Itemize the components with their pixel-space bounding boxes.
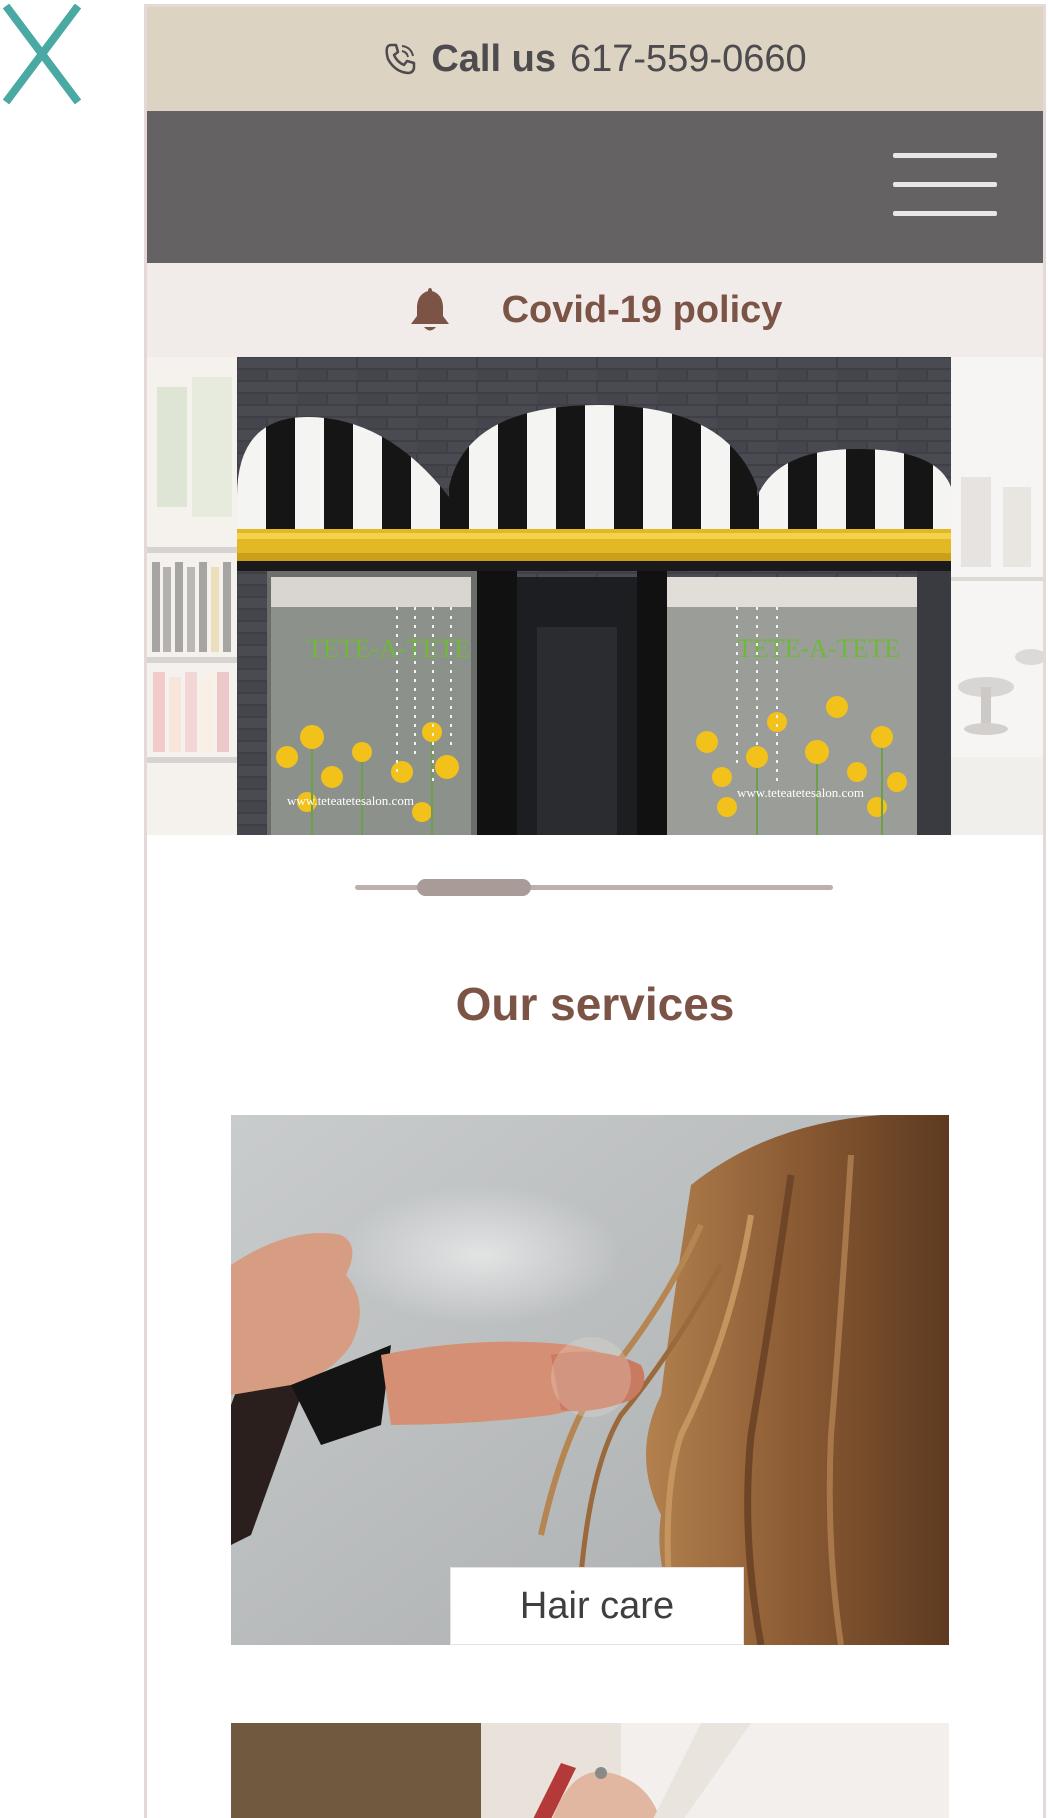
call-us-label: Call us <box>431 37 556 80</box>
storefront-url-left: www.teteatetesalon.com <box>287 793 414 808</box>
previous-slide-image[interactable] <box>147 357 237 835</box>
hamburger-menu-icon[interactable] <box>893 153 997 219</box>
call-us-bar[interactable]: Call us 617-559-0660 <box>147 7 1043 111</box>
hero-carousel[interactable]: TETE-A-TETE TETE-A-TETE www.teteatetesal… <box>147 357 1043 835</box>
hair-care-image <box>231 1115 949 1645</box>
service-card-label: Hair care <box>450 1567 744 1645</box>
phone-number-link[interactable]: 617-559-0660 <box>570 38 807 81</box>
service-card-hair-care[interactable]: Hair care <box>231 1115 949 1645</box>
storefront-slide-image[interactable]: TETE-A-TETE TETE-A-TETE www.teteatetesal… <box>237 357 951 835</box>
next-slide-image[interactable] <box>951 357 1043 835</box>
bell-icon <box>410 288 449 331</box>
phone-icon <box>385 43 416 75</box>
navigation-bar <box>147 111 1043 263</box>
covid-policy-label: Covid-19 policy <box>501 288 783 331</box>
service-card-next[interactable] <box>231 1723 949 1818</box>
next-service-image <box>231 1723 949 1818</box>
storefront-url-right: www.teteatetesalon.com <box>737 785 864 800</box>
covid-policy-link[interactable]: Covid-19 policy <box>147 263 1043 357</box>
close-icon[interactable] <box>0 3 84 105</box>
mobile-page-frame: Call us 617-559-0660 Covid-19 policy TET… <box>144 4 1046 1818</box>
storefront-sign-right: TETE-A-TETE <box>737 634 900 663</box>
storefront-sign-left: TETE-A-TETE <box>307 634 470 663</box>
carousel-scrollbar-thumb[interactable] <box>417 879 531 896</box>
services-section-title: Our services <box>455 978 735 1030</box>
carousel-scrollbar[interactable] <box>355 879 833 896</box>
